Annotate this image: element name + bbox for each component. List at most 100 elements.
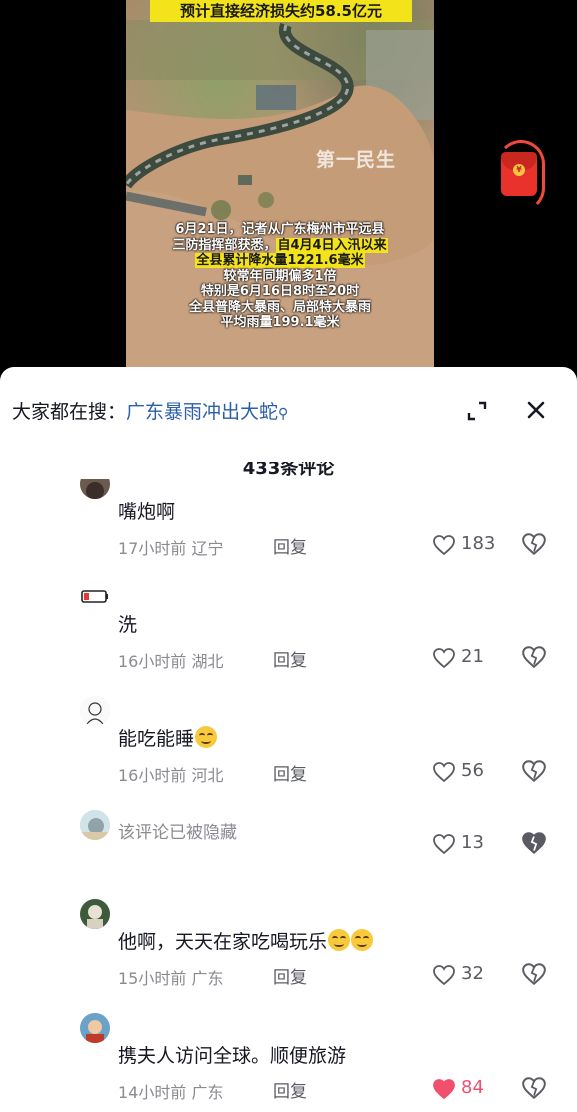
reply-button[interactable]: 回复 xyxy=(273,646,307,671)
video-player[interactable]: 预计直接经济损失约58.5亿元 第一民生 6月21日，记者从广东梅州市平远县 三防… xyxy=(126,0,434,368)
expand-icon[interactable] xyxy=(466,400,488,422)
subtitle-line: 全县累计降水量1221.6毫米 xyxy=(146,253,414,269)
trending-search-query[interactable]: 广东暴雨冲出大蛇 xyxy=(126,401,278,423)
comment-body: 该评论已被隐藏 xyxy=(118,823,237,843)
smirk-emoji-icon xyxy=(195,726,218,748)
comment-time: 17小时前 xyxy=(118,539,187,558)
comment-item[interactable]: 嘴炮啊 17小时前 辽宁 回复 183 xyxy=(0,479,577,583)
like-count: 21 xyxy=(461,646,484,667)
comment-region: 广东 xyxy=(191,969,224,988)
comment-text: 洗 xyxy=(118,610,137,637)
subtitle-line: 6月21日，记者从广东梅州市平远县 xyxy=(146,222,414,238)
smirk-emoji-icon xyxy=(328,929,351,951)
coin-icon: ¥ xyxy=(513,164,525,176)
subtitle-line: 特别是6月16日8时至20时 xyxy=(146,284,414,300)
heart-icon xyxy=(433,965,455,986)
avatar[interactable] xyxy=(80,696,110,726)
trending-search[interactable]: 大家都在搜：广东暴雨冲出大蛇⚲ xyxy=(12,397,288,427)
comment-time: 15小时前 xyxy=(118,969,187,988)
like-button[interactable]: 84 xyxy=(431,1075,501,1103)
broken-heart-icon[interactable] xyxy=(521,758,547,784)
like-button[interactable]: 13 xyxy=(431,830,501,858)
comment-body: 嘴炮啊 xyxy=(118,501,176,523)
comment-meta: 15小时前 广东 xyxy=(118,965,223,989)
subtitle-text: 全县普降大暴雨、局部特大暴雨 xyxy=(188,299,371,315)
subtitle-text: 特别是6月16日8时至20时 xyxy=(200,284,360,299)
comment-text: 他啊，天天在家吃喝玩乐 xyxy=(118,927,374,954)
comment-item[interactable]: 携夫人访问全球。顺便旅游 14小时前 广东 回复 84 xyxy=(0,1013,577,1112)
comment-list[interactable]: 嘴炮啊 17小时前 辽宁 回复 183 洗 16小时前 湖北 回复 21 能吃能… xyxy=(0,479,577,1112)
red-packet-icon: ¥ xyxy=(501,152,537,196)
like-button[interactable]: 21 xyxy=(431,644,501,672)
comment-meta: 16小时前 河北 xyxy=(118,762,223,786)
subtitle-line: 较常年同期偏多1倍 xyxy=(146,269,414,285)
like-count: 56 xyxy=(461,760,484,781)
heart-icon xyxy=(433,834,455,855)
comment-body: 携夫人访问全球。顺便旅游 xyxy=(118,1045,347,1067)
comment-count: 433条评论 xyxy=(242,458,335,479)
trending-search-label: 大家都在搜： xyxy=(12,401,127,423)
comment-panel: 大家都在搜：广东暴雨冲出大蛇⚲ 433条评论 嘴炮啊 17小时前 辽宁 回复 1… xyxy=(0,367,577,1112)
comment-region: 湖北 xyxy=(191,652,224,671)
comment-body: 能吃能睡 xyxy=(118,728,195,750)
reply-button[interactable]: 回复 xyxy=(273,1077,307,1102)
comment-time: 14小时前 xyxy=(118,1083,187,1102)
search-icon: ⚲ xyxy=(278,406,289,422)
comment-time: 16小时前 xyxy=(118,766,187,785)
avatar[interactable] xyxy=(80,479,110,499)
comment-item[interactable]: 洗 16小时前 湖北 回复 21 xyxy=(0,582,577,696)
reply-button[interactable]: 回复 xyxy=(273,760,307,785)
red-packet-button[interactable]: ¥ xyxy=(497,140,549,212)
subtitle-line: 平均雨量199.1毫米 xyxy=(146,315,414,331)
subtitle-text: 6月21日，记者从广东梅州市平远县 xyxy=(175,222,385,237)
comment-text: 携夫人访问全球。顺便旅游 xyxy=(118,1041,346,1068)
close-icon[interactable] xyxy=(524,398,548,422)
heart-icon xyxy=(433,1079,455,1100)
heart-icon xyxy=(433,535,455,556)
smirk-emoji-icon xyxy=(351,929,374,951)
avatar[interactable] xyxy=(80,810,110,840)
comment-meta: 16小时前 湖北 xyxy=(118,648,223,672)
comment-region: 辽宁 xyxy=(191,539,224,558)
subtitle-highlight: 全县累计降水量1221.6毫米 xyxy=(195,253,365,268)
broken-heart-icon[interactable] xyxy=(521,961,547,987)
broken-heart-icon[interactable] xyxy=(521,830,547,856)
like-button[interactable]: 32 xyxy=(431,961,501,989)
like-button[interactable]: 56 xyxy=(431,758,501,786)
reply-button[interactable]: 回复 xyxy=(273,533,307,558)
avatar[interactable] xyxy=(80,582,110,612)
heart-icon xyxy=(433,762,455,783)
subtitle-text: 三防指挥部获悉， xyxy=(172,237,277,253)
comment-item[interactable]: 他啊，天天在家吃喝玩乐 15小时前 广东 回复 32 xyxy=(0,899,577,1013)
broken-heart-icon[interactable] xyxy=(521,531,547,557)
reply-button[interactable]: 回复 xyxy=(273,963,307,988)
like-count: 13 xyxy=(461,832,484,853)
avatar[interactable] xyxy=(80,899,110,929)
subtitle-line: 三防指挥部获悉，自4月4日入汛以来 xyxy=(146,237,414,254)
avatar[interactable] xyxy=(80,1013,110,1043)
broken-heart-icon[interactable] xyxy=(521,1075,547,1101)
comment-text: 能吃能睡 xyxy=(118,724,218,751)
heart-icon xyxy=(433,648,455,669)
comment-meta: 17小时前 辽宁 xyxy=(118,535,223,559)
comment-region: 河北 xyxy=(191,766,224,785)
like-button[interactable]: 183 xyxy=(431,531,501,559)
comment-time: 16小时前 xyxy=(118,652,187,671)
like-count: 32 xyxy=(461,963,484,984)
video-top-caption: 预计直接经济损失约58.5亿元 xyxy=(150,0,412,22)
subtitle-text: 平均雨量199.1毫米 xyxy=(220,315,340,330)
comment-text: 嘴炮啊 xyxy=(118,497,175,524)
comment-text: 该评论已被隐藏 xyxy=(118,818,237,843)
comment-region: 广东 xyxy=(191,1083,224,1102)
like-count: 183 xyxy=(461,533,496,554)
comment-body: 洗 xyxy=(118,614,138,636)
subtitle-highlight: 自4月4日入汛以来 xyxy=(276,237,388,253)
video-subtitles: 6月21日，记者从广东梅州市平远县 三防指挥部获悉，自4月4日入汛以来 全县累计降水… xyxy=(146,222,414,331)
subtitle-text: 较常年同期偏多1倍 xyxy=(223,268,337,284)
comment-meta: 14小时前 广东 xyxy=(118,1079,223,1103)
comment-item[interactable]: 能吃能睡 16小时前 河北 回复 56 xyxy=(0,696,577,810)
like-count: 84 xyxy=(461,1077,484,1098)
video-watermark: 第一民生 xyxy=(316,149,397,171)
comment-body: 他啊，天天在家吃喝玩乐 xyxy=(118,931,328,953)
broken-heart-icon[interactable] xyxy=(521,644,547,670)
